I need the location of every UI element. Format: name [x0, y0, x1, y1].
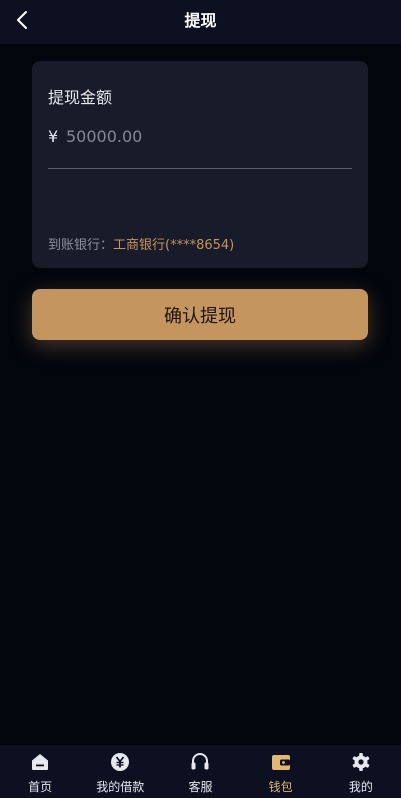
- bottom-tab-bar: 首页 我的借款 客服 钱包 我的: [0, 745, 401, 798]
- tab-home-label: 首页: [28, 780, 53, 794]
- amount-input[interactable]: [66, 123, 346, 149]
- yen-coin-icon: [111, 753, 130, 771]
- tab-wallet-label: 钱包: [268, 780, 293, 794]
- wallet-icon: [271, 755, 290, 770]
- withdraw-card: 提现金额 ¥ 到账银行：工商银行(****8654): [32, 61, 368, 268]
- gear-icon: [352, 753, 370, 771]
- tab-my-loans-label: 我的借款: [96, 780, 145, 794]
- tab-customer-service-label: 客服: [188, 780, 213, 794]
- home-icon: [32, 754, 49, 770]
- tab-wallet[interactable]: 钱包: [241, 745, 321, 798]
- confirm-withdraw-button[interactable]: 确认提现: [32, 289, 368, 340]
- amount-label: 提现金额: [48, 88, 113, 107]
- page-title: 提现: [184, 11, 217, 30]
- tab-profile-label: 我的: [348, 780, 373, 794]
- bank-info: 到账银行：工商银行(****8654): [48, 234, 234, 253]
- headset-icon: [191, 753, 209, 770]
- tab-customer-service[interactable]: 客服: [160, 745, 240, 798]
- tab-home[interactable]: 首页: [0, 745, 80, 798]
- tab-profile[interactable]: 我的: [321, 745, 401, 798]
- top-nav-bar: 提现: [0, 0, 401, 44]
- bank-value: 工商银行(****8654): [113, 238, 235, 253]
- tab-my-loans[interactable]: 我的借款: [80, 745, 160, 798]
- bank-label: 到账银行：: [48, 238, 114, 253]
- currency-symbol: ¥: [48, 127, 59, 146]
- input-underline: [48, 168, 352, 169]
